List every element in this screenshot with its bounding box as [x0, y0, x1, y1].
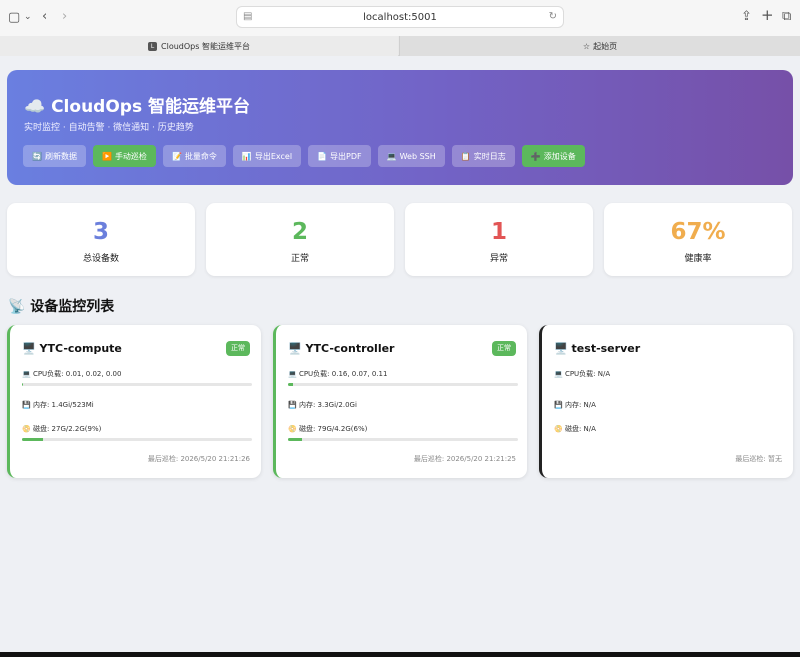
disk-bar — [22, 438, 252, 441]
device-card-test-server[interactable]: 🖥️ test-server 💻 CPU负载: N/A 💾 内存: N/A 📀 … — [539, 325, 793, 478]
stat-value: 67% — [670, 219, 726, 245]
export-pdf-button[interactable]: 📄 导出PDF — [308, 145, 371, 167]
device-name: 🖥️ YTC-compute — [22, 342, 122, 355]
bottom-edge — [0, 652, 800, 657]
document-icon: 📄 — [317, 151, 328, 161]
realtime-log-button[interactable]: 📋 实时日志 — [451, 145, 515, 167]
status-badge: 正常 — [226, 341, 250, 356]
disk-icon: 📀 — [288, 425, 297, 433]
cpu-bar-fill — [288, 383, 293, 386]
new-tab-icon[interactable]: + — [761, 8, 774, 23]
last-inspection: 最后巡检: 2026/5/20 21:21:25 — [413, 455, 516, 463]
batch-command-button[interactable]: 📝 批量命令 — [162, 145, 226, 167]
stat-value: 3 — [92, 219, 109, 245]
monitor-icon: 🖥️ — [22, 342, 36, 355]
device-card-ytc-controller[interactable]: 🖥️ YTC-controller 正常 💻 CPU负载: 0.16, 0.07… — [273, 325, 527, 478]
tab-bar: L CloudOps 智能运维平台 ☆ 起始页 — [0, 36, 800, 56]
chevron-down-icon[interactable]: ⌄ — [24, 11, 32, 24]
tab-cloudops[interactable]: L CloudOps 智能运维平台 — [0, 36, 398, 56]
memory-row: 💾 内存: N/A — [554, 401, 596, 409]
disk-row: 📀 磁盘: 27G/2.2G(9%) — [22, 425, 102, 433]
forward-arrow-icon[interactable]: › — [62, 10, 67, 23]
url-text: localhost:5001 — [363, 11, 437, 23]
stat-value: 1 — [490, 219, 507, 245]
memory-row: 💾 内存: 1.4Gi/523Mi — [22, 401, 94, 409]
stat-health-rate: 67% 健康率 — [604, 203, 792, 276]
manual-inspect-button[interactable]: ▶️ 手动巡检 — [92, 145, 156, 167]
disk-bar-fill — [22, 438, 43, 441]
cpu-icon: 💻 — [288, 370, 297, 378]
play-icon: ▶️ — [101, 151, 112, 161]
export-excel-button[interactable]: 📊 导出Excel — [232, 145, 302, 167]
page-title: ☁️ CloudOps 智能运维平台 — [24, 97, 250, 117]
tab-label: 起始页 — [593, 41, 618, 51]
cpu-row: 💻 CPU负载: 0.16, 0.07, 0.11 — [288, 370, 388, 378]
plus-icon: ➕ — [530, 151, 541, 161]
memo-icon: 📝 — [171, 151, 182, 161]
cpu-row: 💻 CPU负载: N/A — [554, 370, 611, 378]
cpu-icon: 💻 — [554, 370, 563, 378]
stat-label: 健康率 — [684, 254, 712, 264]
disk-bar-fill — [288, 438, 302, 441]
favicon-icon: L — [148, 41, 158, 51]
tab-label: CloudOps 智能运维平台 — [161, 41, 250, 51]
disk-row: 📀 磁盘: 79G/4.2G(6%) — [288, 425, 368, 433]
stat-normal: 2 正常 — [206, 203, 394, 276]
last-inspection: 最后巡检: 暂无 — [735, 455, 782, 463]
disk-bar — [288, 438, 518, 441]
laptop-icon: 💻 — [386, 151, 397, 161]
add-device-button[interactable]: ➕ 添加设备 — [521, 145, 585, 167]
refresh-data-button[interactable]: 🔄 刷新数据 — [23, 145, 86, 167]
back-arrow-icon[interactable]: ‹ — [42, 10, 47, 23]
cpu-icon: 💻 — [22, 370, 31, 378]
section-title: 📡 设备监控列表 — [8, 299, 115, 315]
page-subtitle: 实时监控 · 自动告警 · 微信通知 · 历史趋势 — [24, 123, 194, 133]
page-menu-icon[interactable]: ▤ — [243, 11, 252, 22]
floppy-icon: 💾 — [22, 401, 31, 409]
cpu-bar — [288, 383, 518, 386]
disk-icon: 📀 — [22, 425, 31, 433]
action-toolbar: 🔄 刷新数据 ▶️ 手动巡检 📝 批量命令 📊 导出Excel 📄 导出PDF 💻 Web … — [23, 145, 585, 167]
device-card-ytc-compute[interactable]: 🖥️ YTC-compute 正常 💻 CPU负载: 0.01, 0.02, 0… — [7, 325, 261, 478]
cpu-bar — [22, 383, 252, 386]
web-ssh-button[interactable]: 💻 Web SSH — [377, 145, 445, 167]
disk-icon: 📀 — [554, 425, 563, 433]
device-name: 🖥️ test-server — [554, 342, 641, 355]
stat-total-devices: 3 总设备数 — [7, 203, 195, 276]
monitor-icon: 🖥️ — [554, 342, 568, 355]
memory-row: 💾 内存: 3.3Gi/2.0Gi — [288, 401, 357, 409]
chart-icon: 📊 — [241, 151, 252, 161]
stat-label: 总设备数 — [82, 254, 119, 264]
last-inspection: 最后巡检: 2026/5/20 21:21:26 — [147, 455, 250, 463]
monitor-icon: 🖥️ — [288, 342, 302, 355]
stat-abnormal: 1 异常 — [405, 203, 593, 276]
floppy-icon: 💾 — [288, 401, 297, 409]
tab-start-page[interactable]: ☆ 起始页 — [399, 36, 800, 56]
share-icon[interactable]: ⇪ — [741, 10, 752, 23]
floppy-icon: 💾 — [554, 401, 563, 409]
sidebar-toggle-icon[interactable]: ▢ — [8, 11, 20, 24]
header-banner: ☁️ CloudOps 智能运维平台 实时监控 · 自动告警 · 微信通知 · … — [7, 70, 793, 185]
reload-icon[interactable]: ↻ — [549, 11, 557, 22]
stat-label: 异常 — [489, 254, 508, 264]
browser-toolbar: ▢ ⌄ ‹ › ▤ localhost:5001 ↻ ⇪ + ⧉ — [0, 0, 800, 36]
cpu-row: 💻 CPU负载: 0.01, 0.02, 0.00 — [22, 370, 122, 378]
cpu-bar-fill — [22, 383, 24, 386]
device-name: 🖥️ YTC-controller — [288, 342, 395, 355]
star-icon: ☆ — [582, 41, 591, 51]
stat-label: 正常 — [290, 254, 309, 264]
stat-value: 2 — [291, 219, 308, 245]
address-bar[interactable]: ▤ localhost:5001 ↻ — [236, 6, 564, 28]
disk-row: 📀 磁盘: N/A — [554, 425, 596, 433]
status-badge: 正常 — [492, 341, 516, 356]
clipboard-icon: 📋 — [460, 151, 471, 161]
tab-overview-icon[interactable]: ⧉ — [782, 10, 791, 23]
refresh-icon: 🔄 — [32, 151, 42, 161]
